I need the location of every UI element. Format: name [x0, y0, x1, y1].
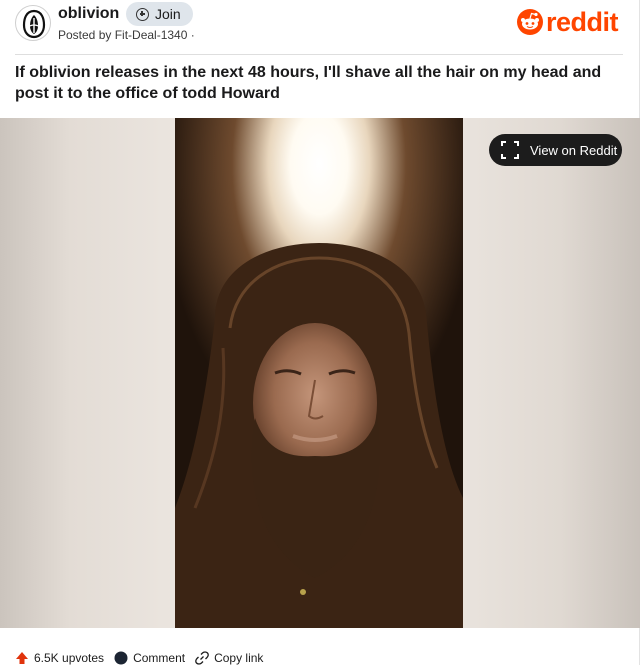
reddit-logo[interactable]: reddit — [517, 7, 619, 37]
posted-by-text[interactable]: Posted by Fit-Deal-1340 · — [58, 28, 195, 42]
view-on-reddit-button[interactable]: View on Reddit — [489, 134, 622, 166]
upvote-button[interactable]: 6.5K upvotes — [15, 651, 104, 665]
link-icon — [195, 651, 209, 665]
comment-label: Comment — [133, 651, 186, 665]
comment-icon — [114, 651, 128, 665]
post-header: oblivion Join Posted by Fit-Deal-1340 · … — [0, 0, 640, 54]
media-blur-left — [0, 118, 175, 628]
oblivion-logo-icon — [22, 9, 46, 39]
join-button-label: Join — [155, 6, 181, 22]
post-title[interactable]: If oblivion releases in the next 48 hour… — [15, 62, 625, 104]
subreddit-avatar[interactable] — [15, 5, 51, 41]
comment-button[interactable]: Comment — [114, 651, 185, 665]
copy-link-label: Copy link — [214, 651, 264, 665]
header-divider — [15, 54, 623, 55]
subreddit-name[interactable]: oblivion — [58, 5, 119, 23]
media-blur-right — [463, 118, 640, 628]
photo-icon — [175, 118, 463, 628]
post-footer: 6.5K upvotes Comment Copy link — [15, 648, 273, 665]
join-button[interactable]: Join — [126, 2, 193, 26]
post-media[interactable]: View on Reddit — [0, 118, 640, 628]
fullscreen-icon — [501, 141, 519, 159]
post-image[interactable] — [175, 118, 463, 628]
view-on-reddit-label: View on Reddit — [530, 142, 618, 158]
copy-link-button[interactable]: Copy link — [195, 651, 263, 665]
plus-circle-icon — [136, 7, 149, 21]
embedded-post-card: oblivion Join Posted by Fit-Deal-1340 · … — [0, 0, 640, 665]
reddit-wordmark: reddit — [546, 7, 619, 37]
upvote-arrow-icon — [16, 652, 28, 664]
reddit-snoo-icon — [517, 9, 543, 35]
upvotes-count: 6.5K upvotes — [34, 651, 105, 665]
